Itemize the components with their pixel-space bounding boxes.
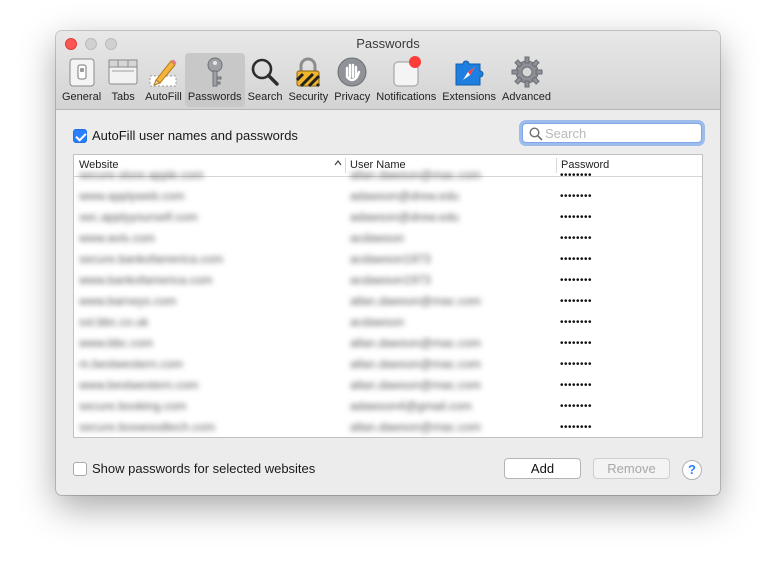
toolbar-item-advanced[interactable]: Advanced: [499, 53, 554, 107]
website-cell: secure.store.apple.com: [79, 168, 204, 182]
notification-badge-icon: [390, 56, 422, 88]
website-cell: secure.booking.com: [79, 399, 187, 413]
toolbar-label: Privacy: [334, 91, 371, 103]
autofill-label: AutoFill user names and passwords: [92, 128, 298, 143]
toolbar-label: Extensions: [442, 91, 497, 103]
username-cell: allan.dawson@mac.com: [350, 357, 481, 371]
username-cell: acdawson: [350, 231, 405, 245]
toolbar-label: Passwords: [187, 91, 242, 103]
password-cell: ••••••••: [560, 191, 593, 202]
table-row[interactable]: www.avis.com acdawson ••••••••: [74, 228, 702, 249]
toolbar-item-search[interactable]: Search: [245, 53, 286, 107]
add-button[interactable]: Add: [504, 458, 581, 479]
username-cell: allan.dawson@mac.com: [350, 336, 481, 350]
toolbar-item-privacy[interactable]: Privacy: [331, 53, 373, 107]
toolbar-item-extensions[interactable]: Extensions: [439, 53, 499, 107]
website-cell: www.bestwestern.com: [79, 378, 199, 392]
username-cell: acdawson1973: [350, 252, 431, 266]
tabs-icon: [107, 56, 139, 88]
toolbar-label: General: [62, 91, 102, 103]
username-cell: adawson4@gmail.com: [350, 399, 472, 413]
password-cell: ••••••••: [560, 212, 593, 223]
show-passwords-label: Show passwords for selected websites: [92, 461, 316, 476]
username-cell: acdawson1973: [350, 273, 431, 287]
preferences-toolbar: General Tabs AutoFill Passwords Search S…: [59, 53, 554, 107]
username-cell: allan.dawson@mac.com: [350, 378, 481, 392]
website-cell: www.bbc.com: [79, 336, 154, 350]
table-row[interactable]: www.applyweb.com adawson@drew.edu ••••••••: [74, 186, 702, 207]
toolbar-label: Search: [247, 91, 283, 103]
table-row[interactable]: secure.store.apple.com allan.dawson@mac.c…: [74, 165, 702, 186]
key-icon: [199, 56, 231, 88]
table-row[interactable]: www.bestwestern.com allan.dawson@mac.com •…: [74, 375, 702, 396]
table-row[interactable]: m.bestwestern.com allan.dawson@mac.com •••…: [74, 354, 702, 375]
username-cell: adawson@drew.edu: [350, 210, 459, 224]
password-cell: ••••••••: [560, 296, 593, 307]
search-input[interactable]: [545, 125, 695, 141]
table-row[interactable]: secure.bankofamerica.com acdawson1973 ••••…: [74, 249, 702, 270]
window-title: Passwords: [356, 36, 420, 51]
passwords-table: Website User Name Password secure.store.…: [73, 154, 703, 438]
table-row[interactable]: sec.applyyourself.com adawson@drew.edu •••…: [74, 207, 702, 228]
passwords-pane: AutoFill user names and passwords Websit…: [56, 110, 720, 495]
hand-icon: [336, 56, 368, 88]
puzzle-compass-icon: [453, 56, 485, 88]
table-row[interactable]: www.bbc.com allan.dawson@mac.com ••••••••: [74, 333, 702, 354]
password-cell: ••••••••: [560, 422, 593, 433]
gear-icon: [511, 56, 543, 88]
password-cell: ••••••••: [560, 401, 593, 412]
password-cell: ••••••••: [560, 275, 593, 286]
search-icon: [529, 127, 543, 141]
pencil-form-icon: [147, 56, 179, 88]
website-cell: www.applyweb.com: [79, 189, 185, 203]
padlock-icon: [292, 56, 324, 88]
table-row[interactable]: ssl.bbc.co.uk acdawson ••••••••: [74, 312, 702, 333]
show-passwords-checkbox[interactable]: [73, 462, 87, 476]
website-cell: sec.applyyourself.com: [79, 210, 198, 224]
password-cell: ••••••••: [560, 359, 593, 370]
password-cell: ••••••••: [560, 170, 593, 181]
preferences-window: Passwords General Tabs AutoFill Password…: [56, 31, 720, 495]
toolbar-item-autofill[interactable]: AutoFill: [142, 53, 185, 107]
toolbar-item-general[interactable]: General: [59, 53, 104, 107]
autofill-checkbox[interactable]: [73, 129, 87, 143]
website-cell: www.bankofamerica.com: [79, 273, 213, 287]
toolbar-item-passwords[interactable]: Passwords: [184, 53, 245, 107]
password-cell: ••••••••: [560, 233, 593, 244]
username-cell: allan.dawson@mac.com: [350, 168, 481, 182]
password-cell: ••••••••: [560, 338, 593, 349]
username-cell: allan.dawson@mac.com: [350, 294, 481, 308]
switch-icon: [66, 56, 98, 88]
help-button[interactable]: ?: [682, 460, 702, 480]
username-cell: allan.dawson@mac.com: [350, 420, 481, 434]
toolbar-label: Notifications: [376, 91, 437, 103]
password-cell: ••••••••: [560, 317, 593, 328]
website-cell: ssl.bbc.co.uk: [79, 315, 149, 329]
website-cell: secure.bankofamerica.com: [79, 252, 224, 266]
website-cell: www.avis.com: [79, 231, 156, 245]
toolbar-item-notifications[interactable]: Notifications: [373, 53, 439, 107]
titlebar: Passwords General Tabs AutoFill Password…: [56, 31, 720, 110]
table-row[interactable]: secure.booking.com adawson4@gmail.com ••••…: [74, 396, 702, 417]
toolbar-label: Advanced: [502, 91, 551, 103]
toolbar-label: Tabs: [111, 91, 135, 103]
remove-button[interactable]: Remove: [593, 458, 670, 479]
password-cell: ••••••••: [560, 380, 593, 391]
website-cell: m.bestwestern.com: [79, 357, 184, 371]
toolbar-item-security[interactable]: Security: [285, 53, 331, 107]
search-field[interactable]: [522, 123, 702, 143]
website-cell: secure.boxwoodtech.com: [79, 420, 216, 434]
website-cell: www.barneys.com: [79, 294, 177, 308]
toolbar-label: AutoFill: [145, 91, 182, 103]
toolbar-label: Security: [288, 91, 329, 103]
table-row[interactable]: www.barneys.com allan.dawson@mac.com •••••…: [74, 291, 702, 312]
username-cell: adawson@drew.edu: [350, 189, 459, 203]
password-cell: ••••••••: [560, 254, 593, 265]
table-row[interactable]: www.bankofamerica.com acdawson1973 •••••••…: [74, 270, 702, 291]
table-row[interactable]: secure.boxwoodtech.com allan.dawson@mac.c…: [74, 417, 702, 437]
username-cell: acdawson: [350, 315, 405, 329]
toolbar-item-tabs[interactable]: Tabs: [104, 53, 142, 107]
magnifier-icon: [249, 56, 281, 88]
